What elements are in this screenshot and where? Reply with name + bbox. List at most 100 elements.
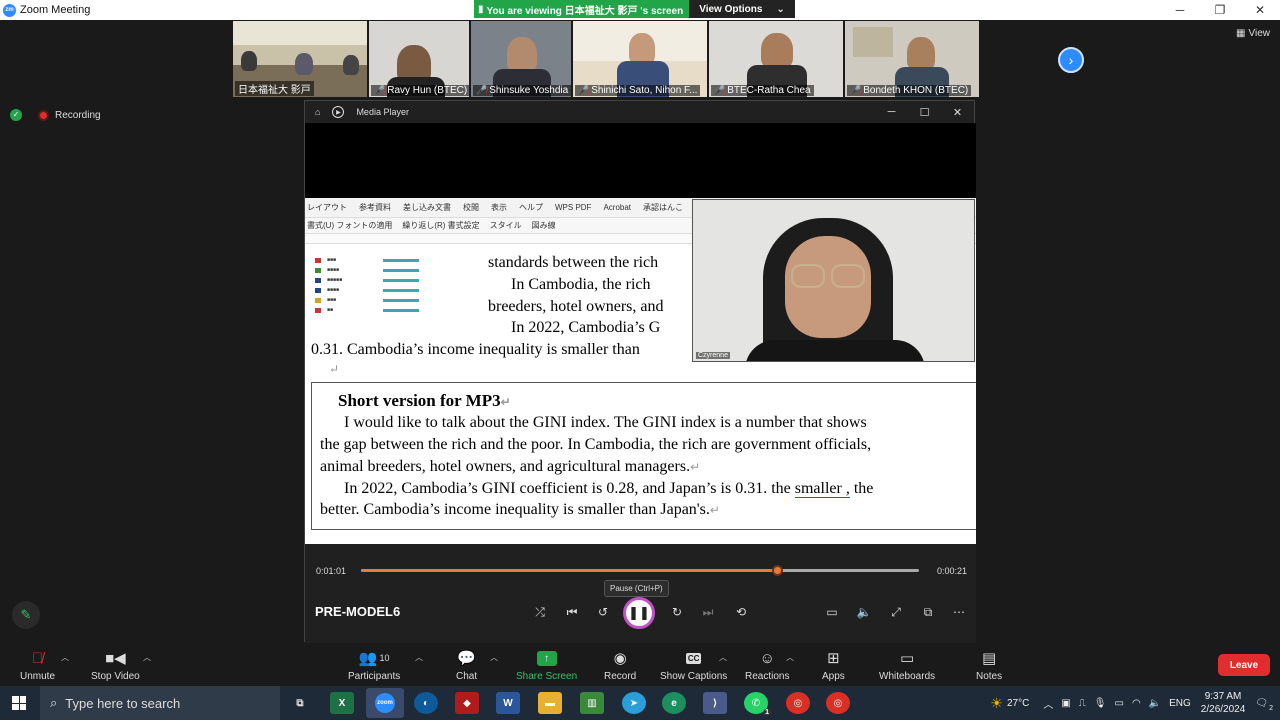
- edge-icon[interactable]: e: [662, 692, 686, 714]
- leave-button[interactable]: Leave: [1218, 654, 1270, 676]
- participant-tile[interactable]: 🎤̸ Bondeth KHON (BTEC): [845, 21, 979, 97]
- shuffle-icon[interactable]: ⤮: [529, 601, 551, 623]
- ribbon-tab[interactable]: Acrobat: [603, 203, 631, 212]
- forward-30-icon[interactable]: ↻: [666, 601, 688, 623]
- windows-taskbar: ⌕ Type here to search ⧉ X zoom ◐ ◆ W ▬ ▥…: [0, 686, 1280, 720]
- share-screen-button[interactable]: ↑ Share Screen: [516, 648, 577, 682]
- participant-tile[interactable]: 🎤̸ Ravy Hun (BTEC): [369, 21, 469, 97]
- pause-button[interactable]: ❚❚: [623, 597, 655, 629]
- subtitles-icon[interactable]: ▭: [821, 601, 843, 623]
- ribbon-tool[interactable]: 繰り返し(R) 書式設定: [402, 220, 479, 231]
- whatsapp-icon[interactable]: ✆ 1: [744, 692, 771, 716]
- stop-video-button[interactable]: ■◀ Stop Video: [91, 648, 140, 682]
- ribbon-tab[interactable]: 校閲: [463, 202, 479, 213]
- chrome-profile-icon[interactable]: ◎: [826, 692, 850, 714]
- participant-tile[interactable]: 🎤̸ Shinichi Sato, Nihon F...: [573, 21, 707, 97]
- unmute-button[interactable]: 🎙̸ Unmute: [20, 648, 55, 683]
- ribbon-tab[interactable]: ヘルプ: [519, 202, 543, 213]
- microphone-icon[interactable]: 🎙: [1094, 698, 1107, 709]
- ribbon-tab[interactable]: 承認はんこ: [643, 202, 683, 213]
- spreadsheet-icon[interactable]: ▥: [580, 692, 604, 714]
- fullscreen-icon[interactable]: ⤢: [885, 601, 907, 623]
- whiteboards-button[interactable]: ▭ Whiteboards: [879, 648, 935, 682]
- telegram-icon[interactable]: ➤: [622, 692, 646, 714]
- view-button[interactable]: ▦ View: [1236, 28, 1270, 39]
- security-icon[interactable]: ▣: [1061, 698, 1070, 709]
- ribbon-tool[interactable]: 書式(U) フォントの適用: [307, 220, 392, 231]
- task-view-icon[interactable]: ⧉: [288, 692, 312, 714]
- embedded-table: ■■■ ■■■■ ■■■■■ ■■■■ ■■■ ■■: [315, 255, 465, 329]
- video-options-caret[interactable]: ︿: [143, 652, 151, 663]
- word-icon[interactable]: W: [496, 692, 520, 714]
- seek-knob[interactable]: [771, 565, 783, 576]
- ribbon-tool[interactable]: 図み線: [532, 220, 556, 231]
- excel-icon[interactable]: X: [330, 692, 354, 714]
- weather-icon[interactable]: ☀: [990, 695, 1003, 712]
- tray-expand-icon[interactable]: ︿: [1043, 696, 1053, 711]
- view-options-button[interactable]: View Options ⌄: [689, 0, 795, 18]
- ribbon-tab[interactable]: WPS PDF: [555, 203, 591, 212]
- wifi-icon[interactable]: ◠: [1132, 698, 1141, 709]
- search-placeholder: Type here to search: [65, 695, 181, 711]
- ribbon-tool[interactable]: スタイル: [490, 220, 522, 231]
- more-options-icon[interactable]: ⋯: [948, 601, 970, 623]
- participant-tile[interactable]: 🎤̸ BTEC-Ratha Chea: [709, 21, 843, 97]
- volume-icon[interactable]: 🔈: [853, 601, 875, 623]
- chat-caret[interactable]: ︿: [490, 652, 498, 663]
- previous-icon[interactable]: ⏮: [561, 601, 583, 623]
- start-button[interactable]: [0, 686, 38, 720]
- battery-icon[interactable]: ▭: [1114, 698, 1123, 709]
- grid-view-icon: ▦: [1236, 28, 1246, 39]
- notifications-icon[interactable]: 🗨 2: [1255, 698, 1273, 712]
- language-indicator[interactable]: ENG: [1169, 698, 1191, 709]
- seek-bar[interactable]: [361, 565, 919, 576]
- ribbon-tab[interactable]: レイアウト: [307, 202, 347, 213]
- record-button[interactable]: ◉ Record: [604, 648, 636, 682]
- network-icon[interactable]: ⎍: [1079, 698, 1086, 709]
- anydesk-icon[interactable]: ◆: [455, 692, 479, 714]
- reactions-caret[interactable]: ︿: [786, 652, 794, 663]
- participant-tile[interactable]: 🎤̸ Shinsuke Yoshdia: [471, 21, 571, 97]
- annotate-pencil-button[interactable]: ✎: [12, 601, 40, 629]
- participants-button[interactable]: 👥 10 Participants: [348, 648, 400, 682]
- record-dot-icon[interactable]: [38, 109, 49, 121]
- chrome-icon[interactable]: ◎: [786, 692, 810, 714]
- ribbon-tab[interactable]: 差し込み文書: [403, 202, 451, 213]
- chat-button[interactable]: 💬 Chat: [456, 648, 477, 682]
- show-captions-button[interactable]: CC Show Captions: [660, 648, 727, 682]
- apps-button[interactable]: ⊞ Apps: [822, 648, 845, 682]
- clock[interactable]: 9:37 AM 2/26/2024: [1201, 690, 1246, 716]
- minimize-icon[interactable]: ─: [1160, 0, 1200, 20]
- ribbon-tab[interactable]: 参考資料: [359, 202, 391, 213]
- speaker-icon[interactable]: 🔈: [1149, 698, 1161, 709]
- notes-button[interactable]: ▤ Notes: [976, 648, 1002, 682]
- audio-options-caret[interactable]: ︿: [61, 652, 69, 663]
- reactions-button[interactable]: ☺ Reactions: [745, 648, 789, 683]
- home-icon[interactable]: ⌂: [315, 107, 320, 117]
- close-icon[interactable]: ✕: [941, 101, 974, 123]
- meeting-toolbar: 🎙̸ Unmute ︿ ■◀ Stop Video ︿ 👥 10 Particip…: [0, 644, 1280, 686]
- muted-mic-icon: 🎤̸: [578, 85, 590, 95]
- captions-caret[interactable]: ︿: [719, 652, 727, 663]
- weather-temp[interactable]: 27°C: [1007, 698, 1029, 709]
- vscode-icon[interactable]: ⟩: [703, 692, 727, 714]
- restore-icon[interactable]: ❐: [1200, 0, 1240, 20]
- next-icon[interactable]: ⏭: [697, 601, 719, 623]
- minimize-icon[interactable]: ─: [875, 101, 908, 123]
- muted-mic-icon: 🎙̸: [31, 649, 44, 667]
- participant-tile[interactable]: 日本福祉大 影戸: [233, 21, 367, 97]
- close-icon[interactable]: ✕: [1240, 0, 1280, 20]
- shield-icon[interactable]: ✓: [10, 109, 22, 121]
- next-page-button[interactable]: ›: [1058, 47, 1084, 73]
- rewind-10-icon[interactable]: ↺: [592, 601, 614, 623]
- ribbon-tab[interactable]: 表示: [491, 202, 507, 213]
- participants-caret[interactable]: ︿: [415, 652, 423, 663]
- mini-player-icon[interactable]: ⧉: [917, 601, 939, 623]
- browser-icon[interactable]: ◐: [414, 692, 438, 714]
- maximize-icon[interactable]: ☐: [908, 101, 941, 123]
- zoom-app-icon[interactable]: zoom: [366, 688, 404, 718]
- time-elapsed: 0:01:01: [316, 566, 347, 576]
- repeat-off-icon[interactable]: ⟲: [730, 601, 752, 623]
- file-explorer-icon[interactable]: ▬: [538, 692, 562, 714]
- taskbar-search[interactable]: ⌕ Type here to search: [40, 686, 280, 720]
